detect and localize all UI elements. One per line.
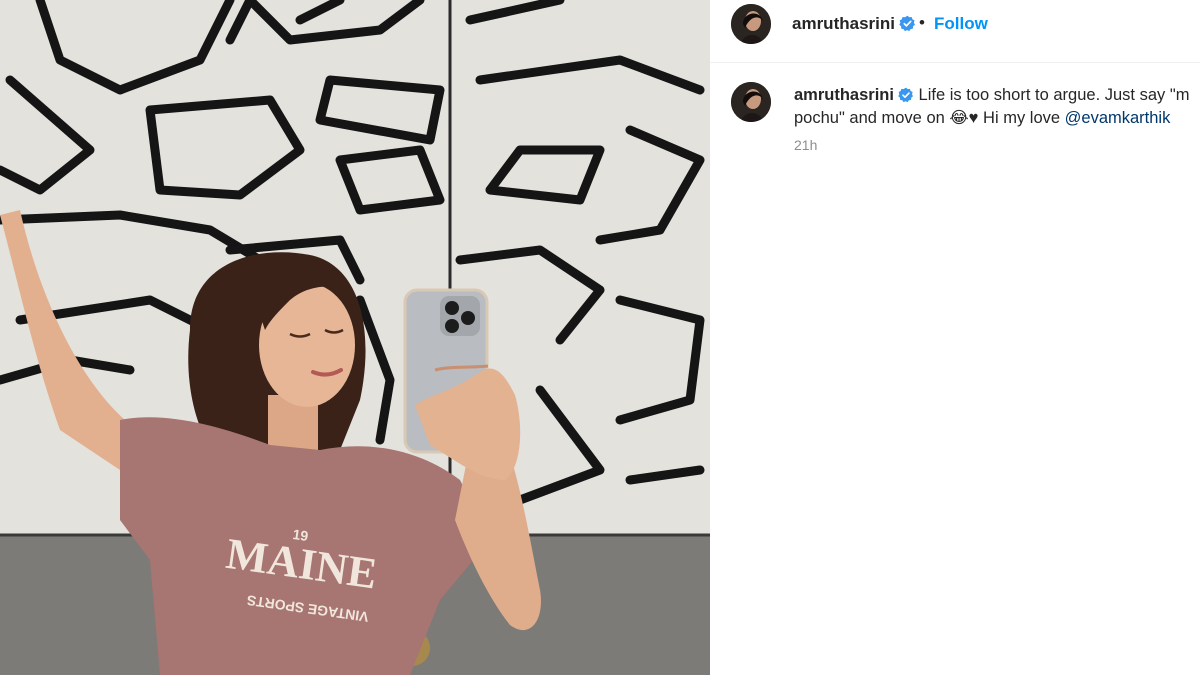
avatar-image: [731, 82, 771, 122]
caption-text: amruthasrini Life is too short to argue.…: [794, 84, 1200, 130]
avatar-image: [731, 4, 771, 44]
author-username: amruthasrini: [792, 14, 895, 33]
caption-comment: amruthasrini Life is too short to argue.…: [710, 62, 1200, 182]
verified-badge-icon: [898, 87, 913, 103]
caption-line-1: Life is too short to argue. Just say "m: [918, 86, 1190, 104]
follow-button[interactable]: Follow: [934, 14, 988, 34]
author-avatar[interactable]: [731, 4, 771, 44]
verified-badge-icon: [899, 15, 915, 32]
post-header: amruthasrini • Follow: [710, 0, 1200, 63]
caption-username-link[interactable]: amruthasrini: [794, 86, 914, 104]
post-image: MAINE 19 VINTAGE SPORTS: [0, 0, 710, 675]
header-separator: •: [919, 13, 925, 32]
caption-timestamp[interactable]: 21h: [794, 137, 817, 153]
post-sidebar: amruthasrini • Follow amruthasrini Life …: [710, 0, 1200, 675]
caption-mention-link[interactable]: @evamkarthik: [1065, 109, 1171, 127]
shirt-print-badge: 19: [292, 526, 310, 544]
post-photo[interactable]: MAINE 19 VINTAGE SPORTS: [0, 0, 710, 675]
caption-line-2: pochu" and move on 😂♥ Hi my love: [794, 109, 1065, 127]
caption-author-avatar[interactable]: [731, 82, 771, 122]
author-username-link[interactable]: amruthasrini: [792, 14, 916, 34]
caption-username: amruthasrini: [794, 86, 894, 104]
